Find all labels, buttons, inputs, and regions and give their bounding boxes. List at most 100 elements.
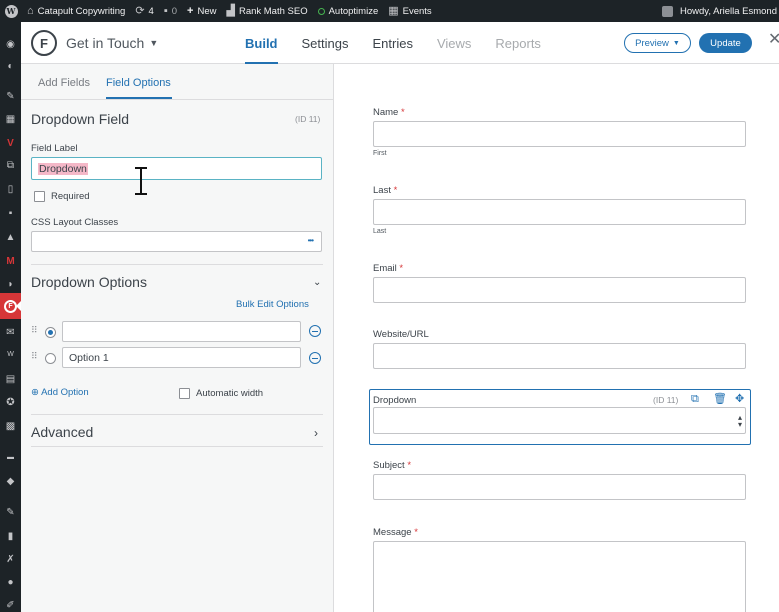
remove-option-icon[interactable] xyxy=(309,352,321,364)
option-input[interactable]: Option 1 xyxy=(62,347,301,368)
default-option-radio[interactable] xyxy=(45,327,56,338)
tab-field-options[interactable]: Field Options xyxy=(106,77,171,89)
form-title-switcher[interactable]: Get in Touch ▼ xyxy=(66,35,158,51)
dropdown-options-title[interactable]: Dropdown Options xyxy=(31,274,147,290)
tab-add-fields[interactable]: Add Fields xyxy=(38,77,90,89)
trash-icon[interactable]: 🗑 xyxy=(713,394,727,405)
admin-bar: W ⌂ Catapult Copywriting ⟳ 4 ▪ 0 + New ▟… xyxy=(0,0,779,22)
css-classes-input[interactable]: ••• xyxy=(31,231,322,252)
tab-views[interactable]: Views xyxy=(437,22,471,64)
gauge-icon[interactable]: ◐ xyxy=(3,59,18,74)
name-last-input[interactable] xyxy=(373,199,746,225)
duplicate-icon[interactable]: ⧉ xyxy=(691,394,699,405)
updates-link[interactable]: ⟳ 4 xyxy=(130,0,159,22)
field-options-panel: Add Fields Field Options Dropdown Field … xyxy=(21,64,334,612)
formidable-logo-icon[interactable]: F xyxy=(31,30,57,56)
tools-icon[interactable]: ✗ xyxy=(3,552,18,567)
field-label: Message * xyxy=(373,527,418,538)
status-circle-icon xyxy=(317,7,325,15)
dropdown-select[interactable]: ▴ ▾ xyxy=(373,407,746,434)
events-link[interactable]: ▦ Events xyxy=(383,0,436,22)
advanced-title[interactable]: Advanced xyxy=(31,424,93,440)
drag-handle-icon[interactable]: ⠿ xyxy=(31,352,38,361)
required-marker: * xyxy=(414,527,418,538)
autoptimize-link[interactable]: Autoptimize xyxy=(313,0,384,22)
v-logo-icon[interactable]: V xyxy=(3,136,18,151)
dashboard-icon[interactable]: ◉ xyxy=(3,37,18,52)
form-title: Get in Touch xyxy=(66,35,145,51)
active-tab-indicator xyxy=(106,97,172,99)
lock-icon[interactable]: ▲ xyxy=(3,230,18,245)
pushpin-icon[interactable]: ✎ xyxy=(3,505,18,520)
wp-logo-menu[interactable]: W xyxy=(0,0,22,22)
wrench-icon[interactable]: ✐ xyxy=(3,598,18,612)
chevron-down-icon[interactable]: ⌄ xyxy=(313,277,321,288)
plus-circle-icon: ⊕ xyxy=(31,387,39,398)
field-label-text: Message xyxy=(373,527,412,538)
preview-button[interactable]: Preview ▼ xyxy=(624,33,691,53)
required-marker: * xyxy=(407,460,412,471)
required-marker: * xyxy=(399,263,404,274)
email-input[interactable] xyxy=(373,277,746,303)
field-label: Name * xyxy=(373,107,405,118)
field-label-text: Website/URL xyxy=(373,329,429,340)
m-logo-icon[interactable]: M xyxy=(3,254,18,269)
updates-icon: ⟳ xyxy=(135,4,145,17)
rank-math-link[interactable]: ▟ Rank Math SEO xyxy=(221,0,312,22)
required-checkbox[interactable] xyxy=(34,191,45,202)
builder-header: F Get in Touch ▼ Build Settings Entries … xyxy=(21,22,779,64)
website-input[interactable] xyxy=(373,343,746,369)
pages-icon[interactable]: ▯ xyxy=(3,182,18,197)
automatic-width-checkbox[interactable] xyxy=(179,388,190,399)
brush-icon[interactable]: ◗ xyxy=(3,277,18,292)
users-icon[interactable]: ● xyxy=(3,575,18,590)
divider xyxy=(31,264,323,265)
box-icon[interactable]: ◆ xyxy=(3,474,18,489)
subject-input[interactable] xyxy=(373,474,746,500)
updates-count: 4 xyxy=(148,5,154,17)
bulk-edit-options-link[interactable]: Bulk Edit Options xyxy=(236,299,309,310)
caret-down-icon: ▼ xyxy=(149,38,159,48)
mail-icon[interactable]: ✉ xyxy=(3,325,18,340)
more-icon[interactable]: ••• xyxy=(308,236,314,245)
message-textarea[interactable] xyxy=(373,541,746,612)
calendar-icon[interactable]: ▦ xyxy=(3,112,18,127)
tab-settings[interactable]: Settings xyxy=(302,22,349,64)
field-label-text: Subject xyxy=(373,460,405,471)
tab-reports[interactable]: Reports xyxy=(495,22,541,64)
name-first-input[interactable] xyxy=(373,121,746,147)
field-label: Subject * xyxy=(373,460,411,471)
account-menu[interactable]: Howdy, Ariella Esmond xyxy=(657,0,779,22)
default-option-radio[interactable] xyxy=(45,353,56,364)
close-icon[interactable]: ✕ xyxy=(768,32,779,48)
drag-handle-icon[interactable]: ⠿ xyxy=(31,326,38,335)
pin-icon[interactable]: ✎ xyxy=(3,89,18,104)
field-label: Website/URL xyxy=(373,329,429,340)
required-marker: * xyxy=(393,185,398,196)
accessibility-icon[interactable]: ✪ xyxy=(3,395,18,410)
site-name: Catapult Copywriting xyxy=(37,5,126,17)
wordpress-logo-icon: W xyxy=(4,4,18,18)
panel-tabs: Add Fields Field Options xyxy=(21,64,334,100)
grid-icon[interactable]: ▤ xyxy=(3,372,18,387)
comments-icon[interactable]: ▪ xyxy=(3,206,18,221)
field-label-input[interactable]: Dropdown xyxy=(31,157,322,180)
blocks-icon[interactable]: ▩ xyxy=(3,419,18,434)
book-icon[interactable]: ▮ xyxy=(3,529,18,544)
chevron-right-icon[interactable]: › xyxy=(314,426,318,440)
new-content-link[interactable]: + New xyxy=(182,0,221,22)
woo-icon[interactable]: W xyxy=(3,347,18,362)
option-input[interactable] xyxy=(62,321,301,342)
copy-pages-icon[interactable]: ⧉ xyxy=(3,158,18,173)
add-option-link[interactable]: ⊕ Add Option xyxy=(31,387,89,398)
avatar xyxy=(662,5,674,17)
remove-option-icon[interactable] xyxy=(309,325,321,337)
comments-link[interactable]: ▪ 0 xyxy=(159,0,182,22)
site-name-link[interactable]: ⌂ Catapult Copywriting xyxy=(22,0,130,22)
tab-build[interactable]: Build xyxy=(245,22,278,64)
move-icon[interactable]: ✥ xyxy=(735,394,744,405)
builder-nav: Build Settings Entries Views Reports xyxy=(245,22,565,64)
update-button[interactable]: Update xyxy=(699,33,752,53)
woo-store-icon[interactable]: ▬ xyxy=(3,450,18,465)
tab-entries[interactable]: Entries xyxy=(372,22,412,64)
